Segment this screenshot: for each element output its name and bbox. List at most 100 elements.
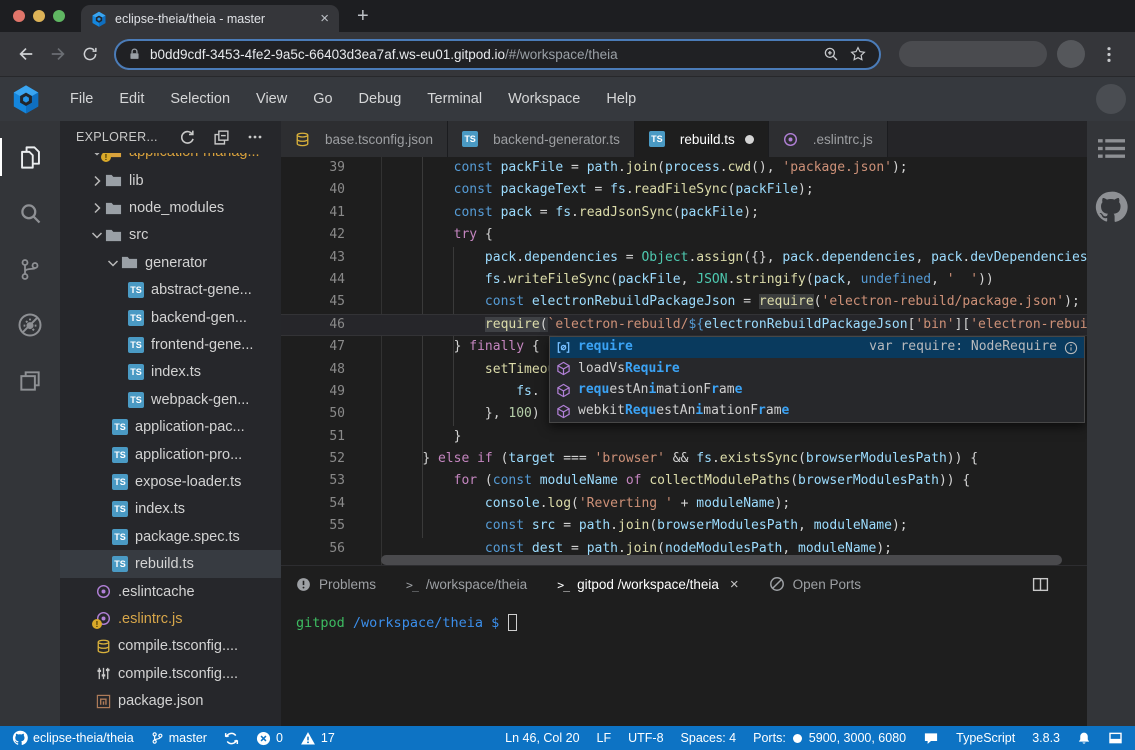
menu-item-workspace[interactable]: Workspace xyxy=(495,91,593,107)
outline-view-icon[interactable] xyxy=(1098,137,1125,160)
code-editor[interactable]: 39 const packFile = path.join(process.cw… xyxy=(281,157,1087,565)
tree-item-index-ts[interactable]: TSindex.ts xyxy=(60,496,281,523)
tree-item-abstract-gene-[interactable]: TSabstract-gene... xyxy=(60,277,281,304)
status-typescript[interactable]: TypeScript xyxy=(956,731,1015,745)
status-spaces-4[interactable]: Spaces: 4 xyxy=(681,731,737,745)
panel-tab-gitpod-workspace-theia[interactable]: >_gitpod /workspace/theia× xyxy=(557,576,738,593)
minimize-window-button[interactable] xyxy=(33,10,45,22)
code-line-44[interactable]: 44 fs.writeFileSync(packFile, JSON.strin… xyxy=(281,269,1087,291)
status-chat[interactable] xyxy=(923,731,939,746)
code-line-45[interactable]: 45 const electronRebuildPackageJson = re… xyxy=(281,291,1087,313)
panel-tab-open-ports[interactable]: Open Ports xyxy=(769,576,861,592)
code-line-54[interactable]: 54 console.log('Reverting ' + moduleName… xyxy=(281,493,1087,515)
tree-item-frontend-gene-[interactable]: TSfrontend-gene... xyxy=(60,331,281,358)
tree-item-application-pac-[interactable]: TSapplication-pac... xyxy=(60,414,281,441)
panel-tab--workspace-theia[interactable]: >_/workspace/theia xyxy=(406,577,527,592)
tree-item-application-pro-[interactable]: TSapplication-pro... xyxy=(60,441,281,468)
line-number[interactable]: 53 xyxy=(281,470,345,492)
suggestion-item[interactable]: requirevar require: NodeRequire xyxy=(550,337,1084,358)
tree-item-index-ts[interactable]: TSindex.ts xyxy=(60,359,281,386)
menu-item-help[interactable]: Help xyxy=(593,91,649,107)
line-number[interactable]: 52 xyxy=(281,448,345,470)
editor-tab-base-tsconfig-json[interactable]: base.tsconfig.json xyxy=(281,121,448,157)
bookmark-star-icon[interactable] xyxy=(849,45,867,63)
code-line-41[interactable]: 41 const pack = fs.readJsonSync(packFile… xyxy=(281,202,1087,224)
status-eclipse-theia-theia[interactable]: eclipse-theia/theia xyxy=(12,730,134,746)
tree-item-lib[interactable]: lib xyxy=(60,167,281,194)
status-lf[interactable]: LF xyxy=(597,731,612,745)
line-number[interactable]: 50 xyxy=(281,403,345,425)
editor-tab-backend-generator-ts[interactable]: TSbackend-generator.ts xyxy=(448,121,635,157)
reload-button[interactable] xyxy=(74,45,106,63)
tree-item--eslintrc-js[interactable]: !.eslintrc.js xyxy=(60,605,281,632)
line-number[interactable]: 51 xyxy=(281,426,345,448)
close-window-button[interactable] xyxy=(13,10,25,22)
line-number[interactable]: 40 xyxy=(281,179,345,201)
status-17[interactable]: 17 xyxy=(300,731,335,746)
github-view-icon[interactable] xyxy=(1094,190,1128,224)
tree-item-package-json[interactable]: package.json xyxy=(60,687,281,714)
tree-item-src[interactable]: src xyxy=(60,222,281,249)
code-line-42[interactable]: 42 try { xyxy=(281,224,1087,246)
line-number[interactable]: 43 xyxy=(281,247,345,269)
line-number[interactable]: 41 xyxy=(281,202,345,224)
tree-item-rebuild-ts[interactable]: TSrebuild.ts xyxy=(60,550,281,577)
menu-item-edit[interactable]: Edit xyxy=(106,91,157,107)
tree-item--eslintcache[interactable]: .eslintcache xyxy=(60,578,281,605)
activity-files-icon[interactable] xyxy=(0,129,60,185)
status-utf-8[interactable]: UTF-8 xyxy=(628,731,663,745)
line-number[interactable]: 39 xyxy=(281,157,345,179)
status-panel[interactable] xyxy=(1108,731,1123,745)
code-line-46[interactable]: 46 require(`electron-rebuild/${electronR… xyxy=(281,314,1087,336)
line-number[interactable]: 54 xyxy=(281,493,345,515)
tree-item-generator[interactable]: generator xyxy=(60,249,281,276)
tree-item-backend-gen-[interactable]: TSbackend-gen... xyxy=(60,304,281,331)
menu-item-terminal[interactable]: Terminal xyxy=(414,91,495,107)
dirty-dot-icon[interactable] xyxy=(745,135,754,144)
line-number[interactable]: 55 xyxy=(281,515,345,537)
user-avatar[interactable] xyxy=(1096,84,1126,114)
info-icon[interactable] xyxy=(1064,341,1078,355)
panel-tab-problems[interactable]: Problems xyxy=(296,577,376,592)
status-3-8-3[interactable]: 3.8.3 xyxy=(1032,731,1060,745)
line-number[interactable]: 56 xyxy=(281,538,345,560)
tree-item-node-modules[interactable]: node_modules xyxy=(60,194,281,221)
back-button[interactable] xyxy=(10,44,42,64)
activity-search-icon[interactable] xyxy=(0,185,60,241)
browser-tab[interactable]: eclipse-theia/theia - master × xyxy=(81,5,339,32)
line-number[interactable]: 45 xyxy=(281,291,345,313)
browser-profile-avatar[interactable] xyxy=(1057,40,1085,68)
tree-item-compile-tsconfig-[interactable]: compile.tsconfig.... xyxy=(60,660,281,687)
zoom-icon[interactable] xyxy=(822,45,840,63)
status-ln-46-col-20[interactable]: Ln 46, Col 20 xyxy=(505,731,579,745)
menu-item-file[interactable]: File xyxy=(57,91,106,107)
suggestion-item[interactable]: webkitRequestAnimationFrame xyxy=(550,401,1084,422)
line-number[interactable]: 42 xyxy=(281,224,345,246)
status-bell[interactable] xyxy=(1077,731,1091,746)
line-number[interactable]: 48 xyxy=(281,359,345,381)
forward-button[interactable] xyxy=(42,44,74,64)
editor-tab-rebuild-ts[interactable]: TSrebuild.ts xyxy=(635,121,769,157)
activity-plugins-icon[interactable] xyxy=(0,353,60,409)
editor-tab--eslintrc-js[interactable]: .eslintrc.js xyxy=(769,121,888,157)
tree-item-webpack-gen-[interactable]: TSwebpack-gen... xyxy=(60,386,281,413)
line-number[interactable]: 49 xyxy=(281,381,345,403)
tree-item-expose-loader-ts[interactable]: TSexpose-loader.ts xyxy=(60,468,281,495)
close-tab-icon[interactable]: × xyxy=(320,11,329,26)
menu-item-go[interactable]: Go xyxy=(300,91,345,107)
scrollbar-thumb[interactable] xyxy=(381,555,1062,565)
refresh-icon[interactable] xyxy=(179,129,196,146)
tree-item-compile-tsconfig-[interactable]: compile.tsconfig.... xyxy=(60,633,281,660)
status-5900-3000-6080[interactable]: Ports:5900, 3000, 6080 xyxy=(753,731,906,745)
collapse-all-icon[interactable] xyxy=(213,129,230,146)
activity-debug-icon[interactable] xyxy=(0,297,60,353)
status-0[interactable]: 0 xyxy=(256,731,283,746)
horizontal-scrollbar[interactable] xyxy=(381,555,1083,565)
tree-item-application-manag-[interactable]: !application-manag... xyxy=(60,153,281,167)
code-line-53[interactable]: 53 for (const moduleName of collectModul… xyxy=(281,470,1087,492)
terminal[interactable]: gitpod /workspace/theia $ xyxy=(281,602,1087,643)
status-sync[interactable] xyxy=(224,731,239,746)
code-line-39[interactable]: 39 const packFile = path.join(process.cw… xyxy=(281,157,1087,179)
suggestion-item[interactable]: loadVsRequire xyxy=(550,358,1084,379)
zoom-window-button[interactable] xyxy=(53,10,65,22)
